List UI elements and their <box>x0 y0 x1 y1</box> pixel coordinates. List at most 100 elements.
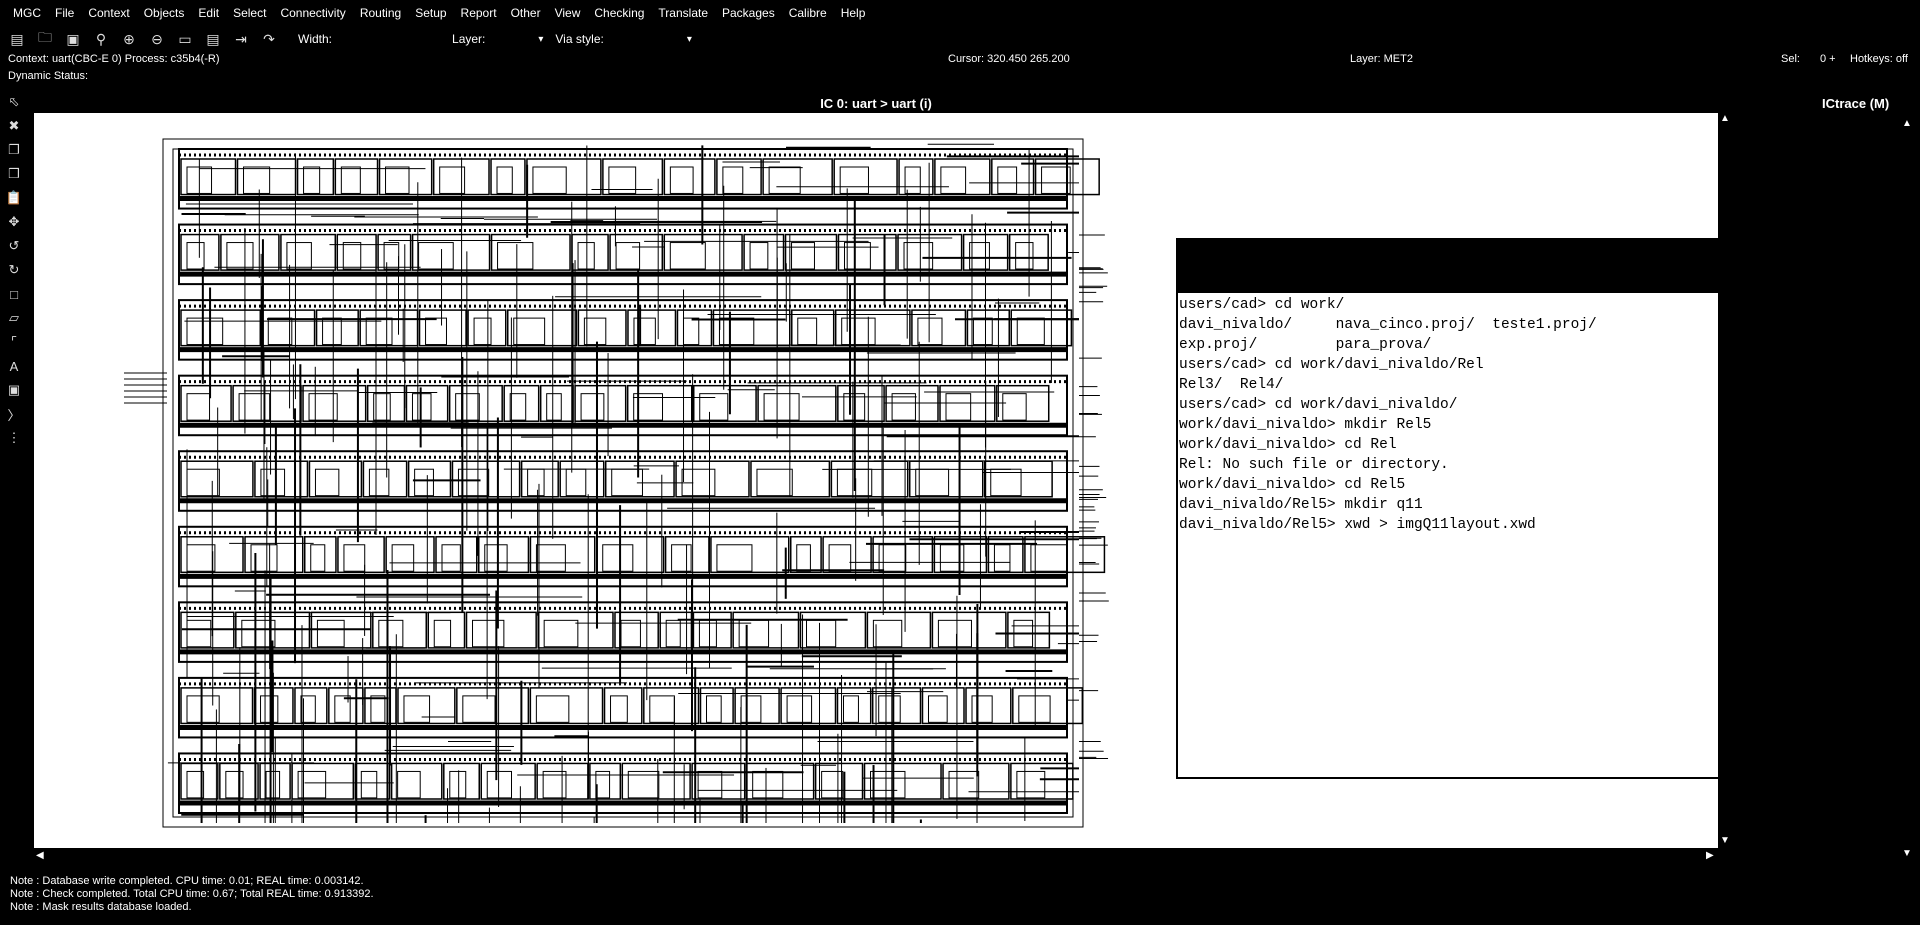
paste-icon[interactable]: 📋 <box>4 188 24 208</box>
zoom-out-icon[interactable]: ⊖ <box>146 28 168 50</box>
menu-view[interactable]: View <box>548 6 588 20</box>
menu-connectivity[interactable]: Connectivity <box>273 6 352 20</box>
insert-icon[interactable]: ⇥ <box>230 28 252 50</box>
layout-shape <box>903 242 934 270</box>
layout-shape <box>796 544 811 572</box>
ruler-icon[interactable]: 〉 <box>4 404 24 424</box>
redo-icon[interactable]: ↻ <box>4 260 24 280</box>
layout-shape <box>535 544 566 572</box>
layout-shape <box>529 536 596 574</box>
layout-shape <box>1041 166 1071 194</box>
panel-icon[interactable]: ▤ <box>202 28 224 50</box>
layout-shape <box>343 544 366 572</box>
menu-report[interactable]: Report <box>454 6 504 20</box>
layout-shape <box>462 695 496 723</box>
menu-checking[interactable]: Checking <box>587 6 651 20</box>
scroll-right-icon[interactable]: ▶ <box>1706 850 1714 861</box>
menu-edit[interactable]: Edit <box>191 6 226 20</box>
ictrace-window[interactable]: users/cad> cd work/ davi_nivaldo/ nava_c… <box>1176 238 1718 779</box>
select-icon[interactable]: ⬁ <box>4 92 24 112</box>
delete-icon[interactable]: ✖ <box>4 116 24 136</box>
layout-shape <box>337 536 385 574</box>
layout-shape <box>308 460 363 498</box>
scroll-up-icon[interactable]: ▲ <box>1720 113 1730 124</box>
layout-shape <box>543 619 579 648</box>
menu-translate[interactable]: Translate <box>651 6 715 20</box>
route-icon[interactable]: ↷ <box>258 28 280 50</box>
menu-mgc[interactable]: MGC <box>6 6 48 20</box>
eraser-icon[interactable]: ▭ <box>174 28 196 50</box>
list-icon[interactable]: ⋮ <box>4 428 24 448</box>
layout-shape <box>478 536 530 574</box>
layer-label: Layer: <box>452 32 486 46</box>
vertical-scrollbar[interactable]: ▲ ▼ <box>1718 113 1730 848</box>
menu-select[interactable]: Select <box>226 6 273 20</box>
zoom-fit-icon[interactable]: ⚲ <box>90 28 112 50</box>
layout-canvas[interactable]: users/cad> cd work/ davi_nivaldo/ nava_c… <box>34 113 1718 848</box>
undo-icon[interactable]: ↺ <box>4 236 24 256</box>
menu-objects[interactable]: Objects <box>137 6 192 20</box>
add-shape-icon[interactable]: □ <box>4 284 24 304</box>
layout-shape <box>513 317 546 346</box>
layout-shape <box>698 619 717 648</box>
layout-shape <box>1016 317 1045 346</box>
add-text-icon[interactable]: A <box>4 356 24 376</box>
layout-shape <box>506 309 578 347</box>
open-folder-icon[interactable]: 🗀 <box>34 28 56 50</box>
ictrace-panel-title: ICtrace (M) <box>1822 96 1890 111</box>
menu-other[interactable]: Other <box>504 6 548 20</box>
save-icon[interactable]: ▣ <box>62 28 84 50</box>
layout-shape <box>732 611 800 649</box>
layout-shape <box>537 611 614 649</box>
menu-help[interactable]: Help <box>834 6 873 20</box>
layout-shape <box>490 233 571 271</box>
copy-icon[interactable]: ❐ <box>4 140 24 160</box>
menu-calibre[interactable]: Calibre <box>782 6 834 20</box>
layout-shape <box>316 619 345 648</box>
window-icon[interactable]: ▤ <box>6 28 28 50</box>
layout-shape <box>692 384 757 422</box>
menu-context[interactable]: Context <box>81 6 136 20</box>
layout-shape <box>891 393 916 421</box>
layout-shape <box>364 687 397 725</box>
add-polygon-icon[interactable]: ▱ <box>4 308 24 328</box>
layout-shape <box>691 762 746 800</box>
ictrace-console[interactable]: users/cad> cd work/ davi_nivaldo/ nava_c… <box>1178 293 1718 537</box>
console-line: Rel3/ Rel4/ <box>1179 377 1284 393</box>
layout-shape <box>595 536 665 574</box>
layout-shape <box>186 695 220 723</box>
layout-shape <box>180 460 254 498</box>
move-icon[interactable]: ✥ <box>4 212 24 232</box>
layout-shape <box>664 536 710 574</box>
layout-shape <box>527 468 545 497</box>
menu-packages[interactable]: Packages <box>715 6 782 20</box>
message-line: Note : Database write completed. CPU tim… <box>10 875 364 887</box>
layout-shape <box>294 687 328 725</box>
add-path-icon[interactable]: ⌜ <box>4 332 24 352</box>
layout-shape <box>411 393 432 421</box>
layout-shape <box>418 242 454 270</box>
layer-select[interactable]: ▾ <box>493 30 543 48</box>
menu-routing[interactable]: Routing <box>353 6 408 20</box>
layout-shape <box>583 317 607 346</box>
layout-shape <box>757 384 837 422</box>
layout-shape <box>872 619 903 648</box>
zoom-in-icon[interactable]: ⊕ <box>118 28 140 50</box>
scroll-down-icon[interactable]: ▼ <box>1902 848 1912 859</box>
layout-shape <box>322 317 342 346</box>
menu-file[interactable]: File <box>48 6 81 20</box>
layout-shape <box>577 309 627 347</box>
horizontal-scrollbar[interactable]: ◀ ▶ <box>34 848 1718 862</box>
via-style-select[interactable]: ▾ <box>612 30 692 48</box>
scroll-down-icon[interactable]: ▼ <box>1720 835 1730 846</box>
scroll-left-icon[interactable]: ◀ <box>36 850 44 861</box>
layout-shape <box>370 695 386 723</box>
menu-setup[interactable]: Setup <box>408 6 453 20</box>
add-instance-icon[interactable]: ▣ <box>4 380 24 400</box>
scroll-up-icon[interactable]: ▲ <box>1902 118 1912 129</box>
via-style-label: Via style: <box>555 32 604 46</box>
duplicate-icon[interactable]: ❒ <box>4 164 24 184</box>
console-line: users/cad> cd work/davi_nivaldo/Rel <box>1179 357 1484 373</box>
layout-shape <box>756 468 793 497</box>
console-line: users/cad> cd work/davi_nivaldo/ <box>1179 397 1458 413</box>
